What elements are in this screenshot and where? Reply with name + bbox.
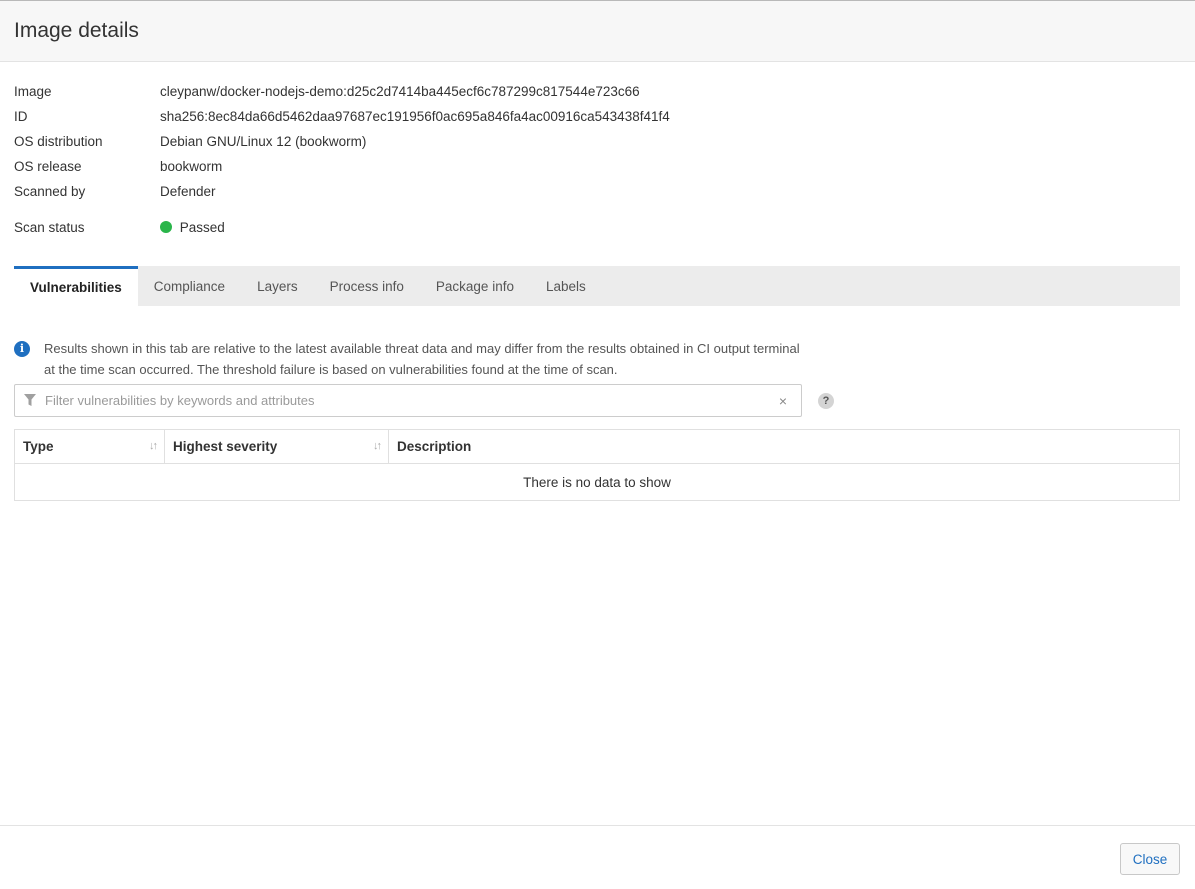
detail-label: Scan status [14, 220, 85, 235]
column-header-type[interactable]: Type ↓↑ [15, 430, 165, 463]
filter-input[interactable] [45, 393, 765, 408]
modal-title: Image details [14, 19, 139, 42]
detail-value: bookworm [160, 159, 223, 174]
detail-row-scanned-by: Scanned by Defender [14, 179, 914, 204]
detail-label: Image [14, 84, 52, 99]
notice-text: Results shown in this tab are relative t… [44, 338, 800, 380]
sort-icon[interactable]: ↓↑ [373, 440, 382, 452]
help-icon[interactable]: ? [818, 393, 834, 409]
detail-label: OS release [14, 159, 82, 174]
info-notice: i Results shown in this tab are relative… [14, 338, 874, 380]
column-header-highest-severity[interactable]: Highest severity ↓↑ [165, 430, 389, 463]
empty-table-message: There is no data to show [523, 474, 671, 490]
scan-status-value: Passed [179, 220, 225, 235]
tab-compliance[interactable]: Compliance [138, 266, 241, 306]
close-button[interactable]: Close [1120, 843, 1180, 875]
notice-line: at the time scan occurred. The threshold… [44, 362, 618, 377]
vulnerabilities-table: Type ↓↑ Highest severity ↓↑ Description … [14, 429, 1180, 501]
detail-row-scan-status: Scan status Passed [14, 215, 914, 240]
detail-value: Defender [160, 184, 216, 199]
detail-label: OS distribution [14, 134, 103, 149]
image-details-modal: Image details Image cleypanw/docker-node… [0, 0, 1195, 889]
tab-bar: Vulnerabilities Compliance Layers Proces… [14, 266, 1180, 306]
filter-icon [15, 394, 45, 407]
status-dot-icon [160, 221, 172, 233]
detail-label: ID [14, 109, 28, 124]
info-icon: i [14, 341, 30, 357]
image-details-list: Image cleypanw/docker-nodejs-demo:d25c2d… [14, 79, 914, 240]
modal-footer: Close [0, 825, 1195, 889]
detail-row-id: ID sha256:8ec84da66d5462daa97687ec191956… [14, 104, 914, 129]
tab-labels[interactable]: Labels [530, 266, 602, 306]
detail-value: Debian GNU/Linux 12 (bookworm) [160, 134, 367, 149]
tab-process-info[interactable]: Process info [314, 266, 420, 306]
tab-vulnerabilities[interactable]: Vulnerabilities [14, 266, 138, 306]
tab-package-info[interactable]: Package info [420, 266, 530, 306]
column-header-description: Description [397, 439, 472, 454]
detail-value: cleypanw/docker-nodejs-demo:d25c2d7414ba… [160, 84, 640, 99]
table-header: Type ↓↑ Highest severity ↓↑ Description [15, 430, 1179, 464]
detail-row-os-distribution: OS distribution Debian GNU/Linux 12 (boo… [14, 129, 914, 154]
detail-row-os-release: OS release bookworm [14, 154, 914, 179]
detail-row-image: Image cleypanw/docker-nodejs-demo:d25c2d… [14, 79, 914, 104]
detail-label: Scanned by [14, 184, 86, 199]
filter-box: × [14, 384, 802, 417]
tab-layers[interactable]: Layers [241, 266, 314, 306]
modal-header: Image details [0, 1, 1195, 62]
notice-line: Results shown in this tab are relative t… [44, 341, 800, 356]
detail-value: sha256:8ec84da66d5462daa97687ec191956f0a… [160, 109, 670, 124]
sort-icon[interactable]: ↓↑ [149, 440, 158, 452]
clear-icon[interactable]: × [765, 393, 801, 409]
